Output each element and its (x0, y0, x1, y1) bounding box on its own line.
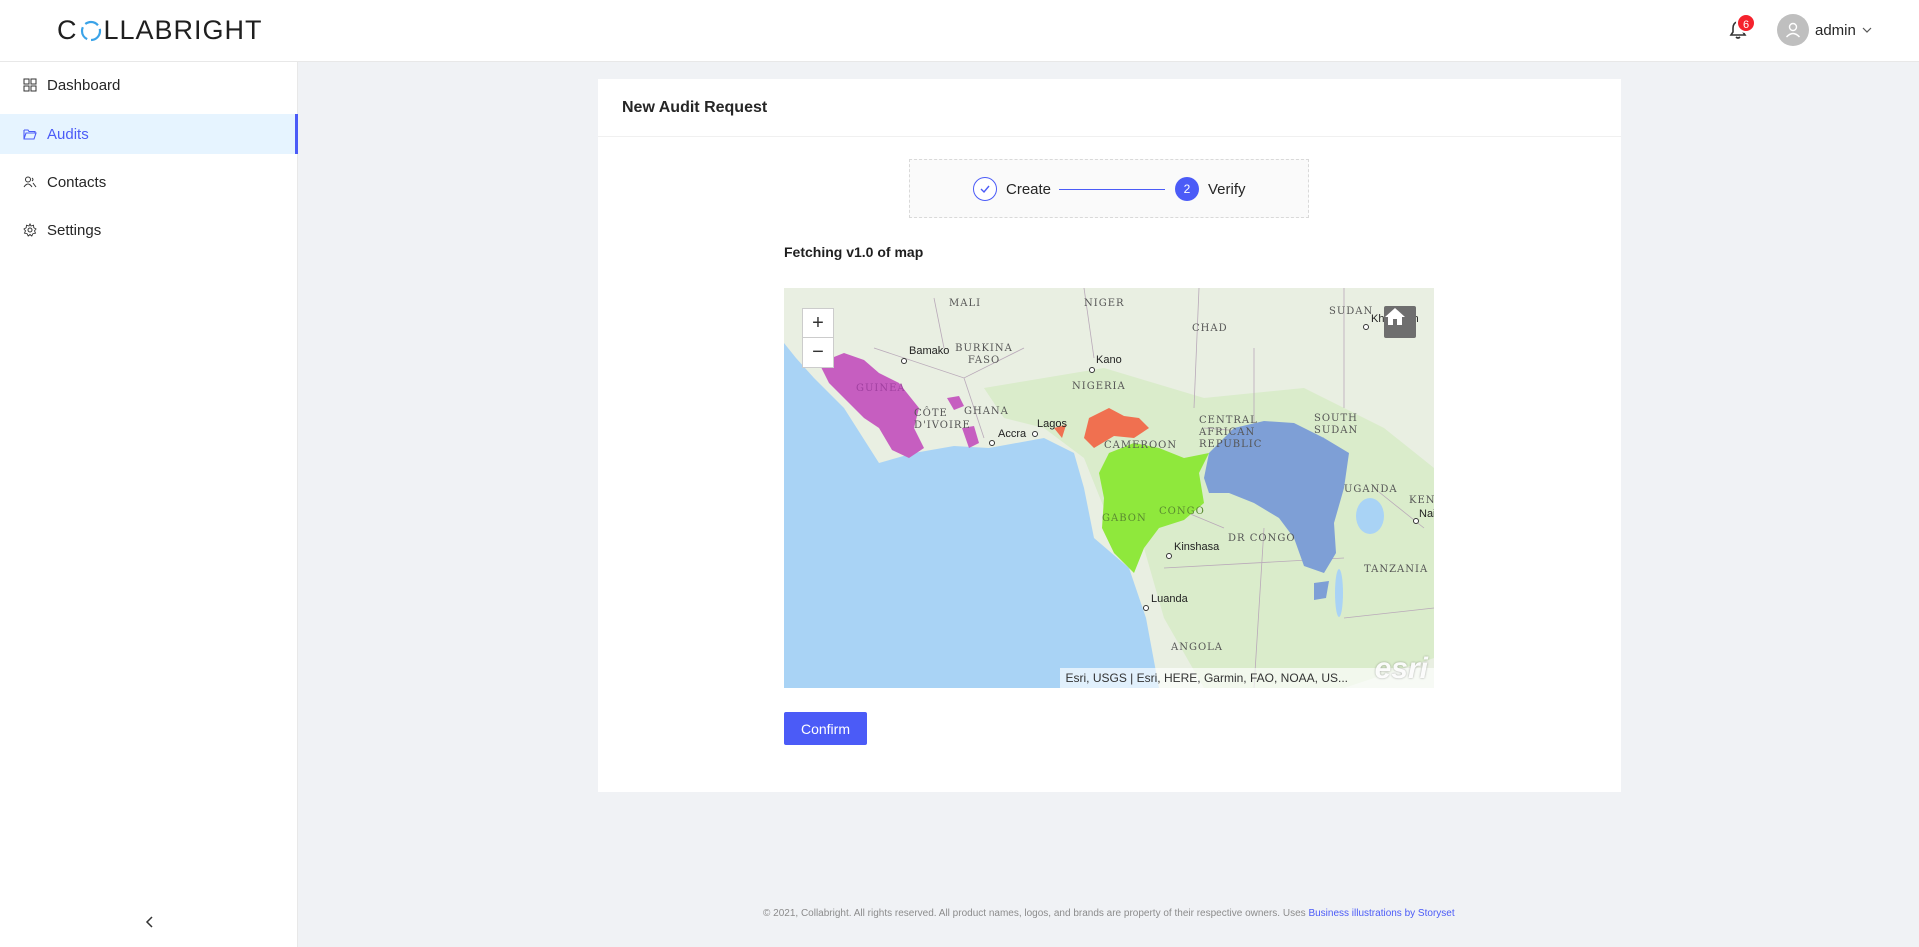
sidebar: Dashboard Audits Contacts Settings (0, 62, 298, 947)
sidebar-item-audits[interactable]: Audits (0, 114, 298, 154)
map-label: MALI (949, 298, 982, 309)
gear-icon (23, 223, 37, 237)
page-title: New Audit Request (622, 99, 768, 116)
folder-open-icon (23, 129, 37, 140)
map-label: TANZANIA (1364, 564, 1429, 575)
storyset-link[interactable]: Business illustrations by Storyset (1308, 908, 1454, 919)
map-city: Kano (1096, 354, 1122, 366)
map-label: NIGER (1084, 298, 1125, 309)
step-verify: 2 Verify (1175, 177, 1246, 201)
city-dot-lagos (1032, 431, 1038, 437)
map-city: Luanda (1151, 593, 1188, 605)
map-city: Nairobi (1419, 508, 1434, 520)
card-divider (598, 136, 1621, 137)
map-label: CHAD (1192, 323, 1228, 334)
map-city: Bamako (909, 345, 950, 357)
map-city: Lagos (1037, 418, 1067, 430)
sidebar-item-label: Audits (47, 125, 89, 143)
sidebar-item-settings[interactable]: Settings (0, 210, 298, 250)
contacts-icon (23, 176, 37, 188)
notification-badge: 6 (1736, 13, 1756, 33)
home-icon (1385, 308, 1405, 325)
step-label: Create (1006, 180, 1052, 198)
map-city: Accra (998, 428, 1027, 440)
logo-text-post: LLABRIGHT (103, 15, 263, 45)
map-label: UGANDA (1344, 484, 1398, 495)
audit-request-card: New Audit Request Create 2 Verify Fetchi… (598, 79, 1621, 792)
footer: © 2021, Collabright. All rights reserved… (763, 908, 1455, 919)
step-create: Create (973, 177, 1051, 201)
map-label: NIGERIA (1072, 381, 1126, 392)
avatar (1777, 14, 1809, 46)
sidebar-item-contacts[interactable]: Contacts (0, 162, 298, 202)
city-dot-kano (1089, 367, 1095, 373)
footer-text: © 2021, Collabright. All rights reserved… (763, 908, 1306, 919)
lake-victoria (1356, 498, 1384, 534)
logo-text-pre: C (57, 15, 78, 45)
map-label: SOUTH SUDAN (1314, 413, 1359, 436)
map-canvas (784, 288, 1434, 688)
sidebar-item-label: Contacts (47, 173, 107, 191)
map-label: CONGO (1159, 506, 1205, 517)
city-dot-kinshasa (1166, 553, 1172, 559)
confirm-button[interactable]: Confirm (784, 712, 867, 745)
user-menu[interactable]: admin (1777, 14, 1872, 46)
zoom-control: + − (802, 308, 834, 368)
sidebar-item-dashboard[interactable]: Dashboard (0, 65, 298, 105)
collapse-sidebar-icon[interactable] (140, 912, 160, 932)
grid-icon (23, 78, 37, 92)
map-label: DR CONGO (1228, 533, 1296, 544)
step-label: Verify (1208, 180, 1246, 198)
map-label: BURKINA FASO (955, 343, 1013, 366)
city-dot-bamako (901, 358, 907, 364)
city-dot-luanda (1143, 605, 1149, 611)
home-button[interactable] (1384, 306, 1416, 338)
map-label: CAMEROON (1104, 440, 1178, 451)
map-label: GHANA (964, 406, 1009, 417)
city-dot-accra (989, 440, 995, 446)
check-icon (973, 177, 997, 201)
zoom-out-button[interactable]: − (803, 338, 833, 367)
chevron-down-icon (1862, 27, 1872, 33)
city-dot-khartoum (1363, 324, 1369, 330)
fetch-status-label: Fetching v1.0 of map (784, 244, 924, 260)
map-city: Kinshasa (1174, 541, 1220, 553)
app-logo[interactable]: C LLABRIGHT (57, 15, 263, 46)
city-dot-nairobi (1413, 518, 1419, 524)
lake-tanganyika (1335, 569, 1343, 617)
steps-indicator: Create 2 Verify (909, 159, 1309, 218)
user-icon (1785, 22, 1801, 38)
logo-ring-icon (80, 20, 101, 41)
map-view[interactable]: MALI NIGER CHAD SUDAN Khartoum Bamako BU… (784, 288, 1434, 688)
step-connector (1059, 189, 1165, 190)
map-label: ANGOLA (1171, 642, 1224, 653)
map-label: CENTRAL AFRICAN REPUBLIC (1199, 415, 1263, 450)
sidebar-item-label: Settings (47, 221, 102, 239)
map-label: SUDAN (1329, 306, 1374, 317)
user-name: admin (1815, 21, 1856, 39)
map-label: GUINEA (856, 383, 906, 394)
step-number: 2 (1175, 177, 1199, 201)
esri-logo[interactable]: esri (1375, 652, 1428, 686)
top-header: C LLABRIGHT 6 admin (0, 0, 1919, 62)
map-label: GABON (1102, 513, 1147, 524)
sidebar-item-label: Dashboard (47, 76, 121, 94)
zoom-in-button[interactable]: + (803, 309, 833, 338)
map-label: KENYA (1409, 495, 1434, 506)
